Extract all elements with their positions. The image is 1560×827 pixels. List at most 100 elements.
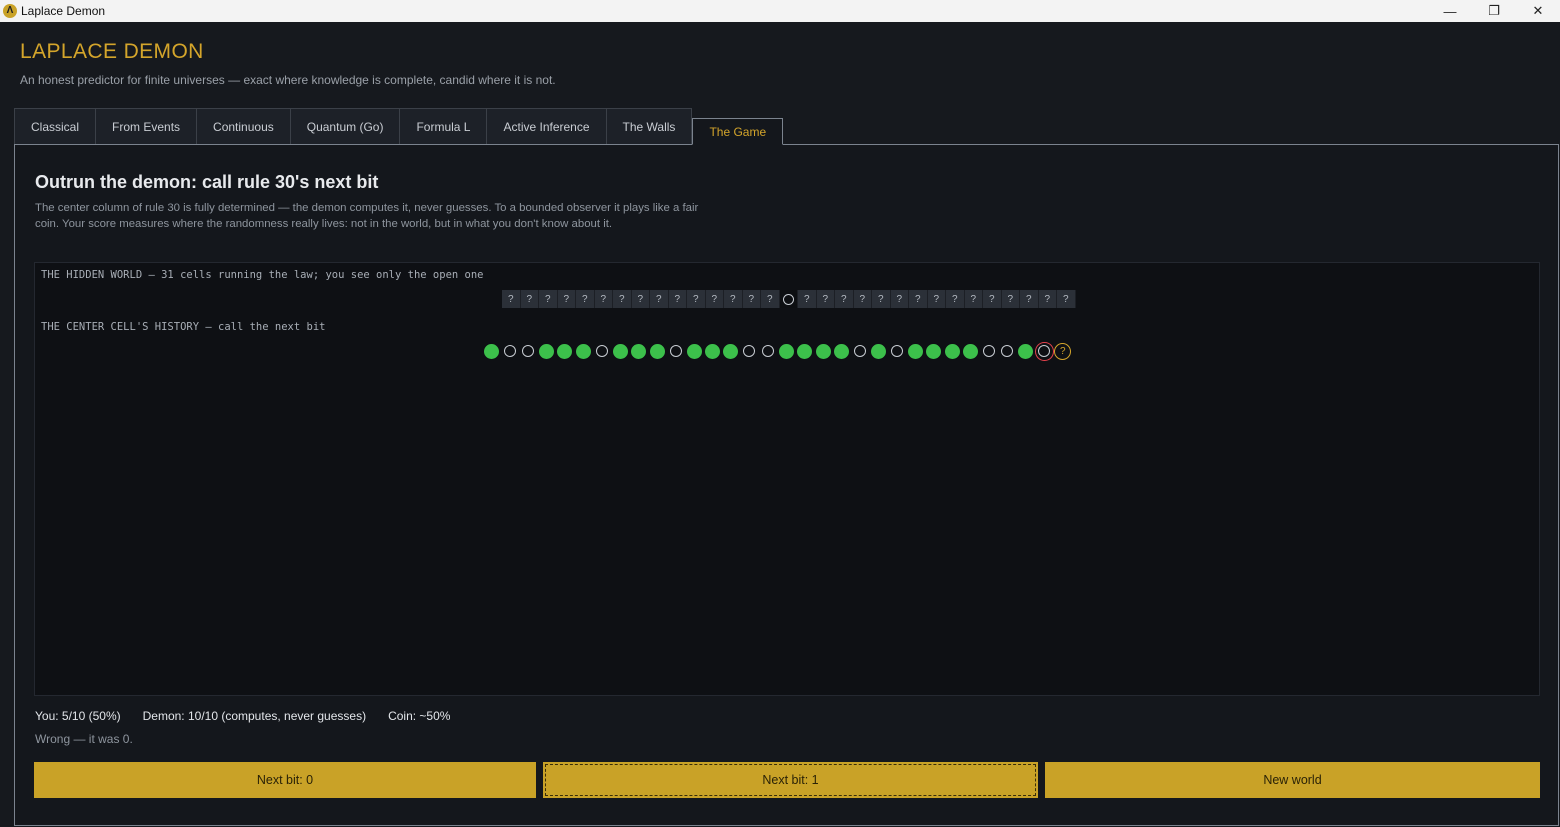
- hidden-world-label: THE HIDDEN WORLD — 31 cells running the …: [41, 269, 484, 281]
- bit-zero-dot: [669, 345, 682, 357]
- bit-one-dot: [963, 343, 979, 359]
- bit-one-dot: [1018, 343, 1034, 359]
- window-titlebar: Λ Laplace Demon — ❐ ✕: [0, 0, 1560, 22]
- hidden-cell-row: ??????????????????????????????: [502, 290, 1076, 308]
- window-controls: — ❐ ✕: [1428, 0, 1560, 22]
- open-cell: [779, 290, 798, 308]
- minimize-icon[interactable]: —: [1428, 0, 1472, 22]
- close-icon[interactable]: ✕: [1516, 0, 1560, 22]
- hidden-cell: ?: [613, 290, 632, 308]
- bit-zero-dot: [595, 345, 608, 357]
- history-bit: [759, 340, 777, 362]
- bit-one-dot: [704, 343, 720, 359]
- history-bit: [519, 340, 537, 362]
- bit-one-dot: [723, 343, 739, 359]
- history-bit: [851, 340, 869, 362]
- hidden-cell: ?: [798, 290, 817, 308]
- history-bit: [814, 340, 832, 362]
- bit-zero-dot: [853, 345, 866, 357]
- history-bit: [925, 340, 943, 362]
- bit-one-dot: [557, 343, 573, 359]
- game-heading: Outrun the demon: call rule 30's next bi…: [35, 172, 379, 192]
- history-bit: [1017, 340, 1035, 362]
- bit-one-dot: [926, 343, 942, 359]
- hidden-cell: ?: [632, 290, 650, 308]
- hidden-cell: ?: [743, 290, 761, 308]
- history-bit: [980, 340, 998, 362]
- hidden-cell: ?: [558, 290, 576, 308]
- next-bit-slot: ?: [1054, 340, 1072, 362]
- open-cell-ring-icon: [782, 293, 794, 305]
- app-title: LAPLACE DEMON: [20, 40, 204, 63]
- history-bit: [648, 340, 666, 362]
- tab-formula-l[interactable]: Formula L: [399, 108, 488, 145]
- hidden-cell: ?: [872, 290, 891, 308]
- hidden-cell: ?: [502, 290, 521, 308]
- history-bit: [593, 340, 611, 362]
- app-subtitle: An honest predictor for finite universes…: [20, 73, 556, 87]
- history-bit: [666, 340, 684, 362]
- hidden-cell: ?: [521, 290, 539, 308]
- history-bit: [961, 340, 979, 362]
- bit-one-dot: [612, 343, 628, 359]
- history-bit: [500, 340, 518, 362]
- bit-zero-dot: [1001, 345, 1014, 357]
- hidden-cell: ?: [817, 290, 835, 308]
- game-description: The center column of rule 30 is fully de…: [35, 202, 699, 230]
- tab-classical[interactable]: Classical: [14, 108, 97, 145]
- hidden-cell: ?: [1057, 290, 1076, 308]
- hidden-cell: ?: [835, 290, 854, 308]
- history-bit: [537, 340, 555, 362]
- bit-one-dot: [778, 343, 794, 359]
- history-bit: [906, 340, 924, 362]
- tab-bar: Classical From Events Continuous Quantum (G…: [14, 108, 784, 145]
- hidden-cell: ?: [706, 290, 724, 308]
- bit-zero-dot: [761, 345, 774, 357]
- history-bit: [556, 340, 574, 362]
- hidden-cell: ?: [539, 290, 558, 308]
- hidden-cell: ?: [595, 290, 613, 308]
- tab-the-walls[interactable]: The Walls: [605, 108, 693, 145]
- history-bit: [832, 340, 850, 362]
- bit-one-dot: [834, 343, 850, 359]
- hidden-cell: ?: [909, 290, 928, 308]
- bit-zero-dot: [743, 345, 756, 357]
- history-bit: [722, 340, 740, 362]
- tab-quantum-go[interactable]: Quantum (Go): [289, 108, 401, 145]
- history-bit: [574, 340, 592, 362]
- world-view: THE HIDDEN WORLD — 31 cells running the …: [34, 262, 1540, 696]
- tab-the-game[interactable]: The Game: [692, 118, 784, 145]
- bit-one-dot: [539, 343, 555, 359]
- next-bit-0-button[interactable]: Next bit: 0: [34, 762, 536, 798]
- bit-zero-dot: [503, 345, 516, 357]
- bit-one-dot: [575, 343, 591, 359]
- score-coin: Coin: ~50%: [388, 709, 451, 723]
- history-bit: [482, 340, 500, 362]
- wrong-bit-marker-icon: [1035, 341, 1054, 361]
- history-bit: [869, 340, 887, 362]
- bit-zero-dot: [890, 345, 903, 357]
- hidden-cell: ?: [687, 290, 706, 308]
- hidden-cell: ?: [946, 290, 965, 308]
- bit-one-dot: [631, 343, 647, 359]
- game-panel: Outrun the demon: call rule 30's next bi…: [14, 144, 1559, 826]
- restore-icon[interactable]: ❐: [1472, 0, 1516, 22]
- history-bit: [943, 340, 961, 362]
- tab-active-inference[interactable]: Active Inference: [486, 108, 607, 145]
- bit-one-dot: [870, 343, 886, 359]
- history-bit: [685, 340, 703, 362]
- score-demon: Demon: 10/10 (computes, never guesses): [142, 709, 367, 723]
- hidden-cell: ?: [650, 290, 669, 308]
- bit-history: ?: [482, 340, 1072, 362]
- bit-zero-dot: [983, 345, 996, 357]
- hidden-cell: ?: [1002, 290, 1020, 308]
- hidden-cell: ?: [854, 290, 872, 308]
- tab-from-events[interactable]: From Events: [95, 108, 198, 145]
- app-logo-icon: Λ: [3, 4, 17, 18]
- window-title: Laplace Demon: [21, 4, 106, 18]
- new-world-button[interactable]: New world: [1045, 762, 1540, 798]
- bit-one-dot: [686, 343, 702, 359]
- history-bit: [611, 340, 629, 362]
- next-bit-1-button[interactable]: Next bit: 1: [543, 762, 1038, 798]
- tab-continuous[interactable]: Continuous: [196, 108, 291, 145]
